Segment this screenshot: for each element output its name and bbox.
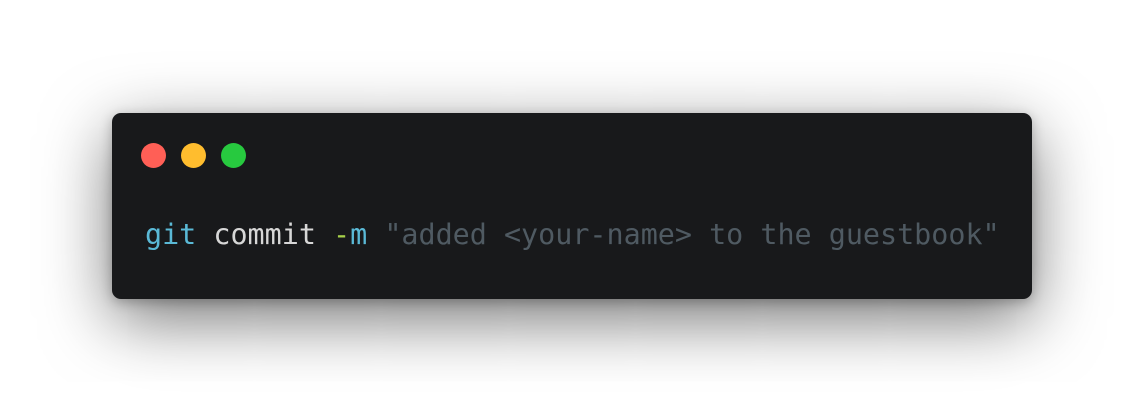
terminal-window: git commit -m "added <your-name> to the … — [112, 113, 1032, 299]
zoom-button-icon[interactable] — [221, 143, 246, 168]
command-line: git commit -m "added <your-name> to the … — [145, 217, 1000, 253]
commit-message: "added <your-name> to the guestbook" — [384, 218, 1000, 251]
message-flag-letter: m — [350, 218, 368, 251]
commit-subcommand: commit — [213, 218, 316, 251]
git-command: git — [145, 218, 197, 251]
message-flag-dash: - — [333, 218, 351, 251]
window-controls — [141, 143, 246, 168]
page-background: git commit -m "added <your-name> to the … — [0, 0, 1144, 410]
close-button-icon[interactable] — [141, 143, 166, 168]
minimize-button-icon[interactable] — [181, 143, 206, 168]
